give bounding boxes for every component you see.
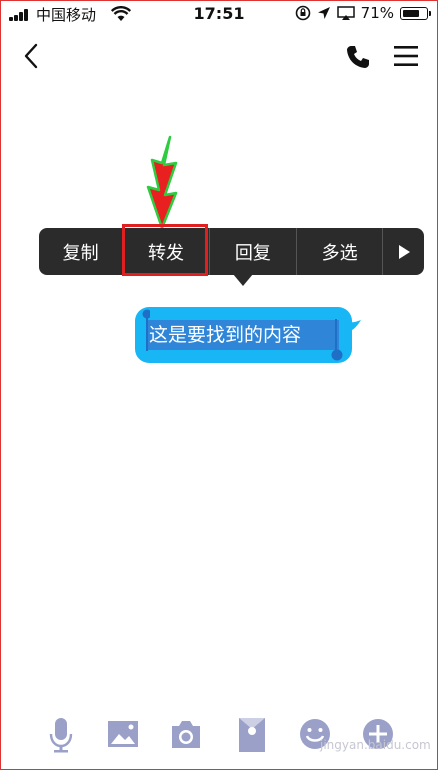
status-bar: 中国移动 17:51 71% xyxy=(0,0,438,28)
selection-start-handle[interactable] xyxy=(142,309,150,353)
microphone-icon[interactable] xyxy=(44,715,78,755)
message-context-menu: 复制 转发 回复 多选 xyxy=(39,228,424,275)
highlight-box xyxy=(122,224,208,276)
selection-end-handle[interactable] xyxy=(331,319,343,363)
menu-icon[interactable] xyxy=(393,44,419,68)
annotation-arrow-icon xyxy=(146,135,178,230)
rotation-lock-icon xyxy=(295,5,310,21)
watermark: jingyan.baidu.com xyxy=(320,738,431,752)
menu-pointer xyxy=(233,274,253,286)
menu-item-multiselect[interactable]: 多选 xyxy=(297,228,384,275)
battery-icon xyxy=(400,6,431,20)
menu-more-button[interactable] xyxy=(383,228,424,275)
screenshot-frame xyxy=(0,0,438,770)
menu-item-copy[interactable]: 复制 xyxy=(39,228,124,275)
back-icon[interactable] xyxy=(20,42,44,70)
menu-item-reply[interactable]: 回复 xyxy=(210,228,297,275)
camera-icon[interactable] xyxy=(169,715,203,755)
right-triangle-icon xyxy=(398,244,410,259)
location-icon xyxy=(317,7,330,19)
image-icon[interactable] xyxy=(106,715,140,755)
battery-percent: 71% xyxy=(360,4,394,22)
red-packet-icon[interactable] xyxy=(235,715,269,755)
message-text[interactable]: 这是要找到的内容 xyxy=(149,320,301,350)
phone-icon[interactable] xyxy=(345,44,371,70)
airplay-icon xyxy=(336,5,355,20)
